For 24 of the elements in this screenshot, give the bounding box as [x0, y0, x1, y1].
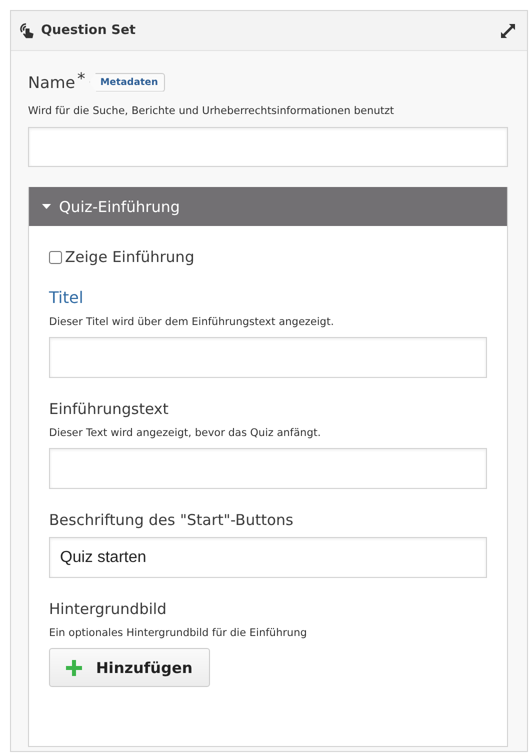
field-label: Name	[28, 72, 76, 92]
field-description: Wird für die Suche, Berichte und Urheberrechtsinformationen benutzt	[28, 105, 396, 117]
required-mark: *	[77, 69, 86, 88]
checkbox-label: Zeige Einführung	[65, 248, 194, 266]
expand-icon[interactable]	[499, 22, 517, 40]
text-input[interactable]	[49, 337, 487, 378]
panel-title: Question Set	[41, 23, 137, 38]
plus-icon	[66, 660, 82, 676]
text-input[interactable]	[49, 448, 487, 489]
caret-icon	[42, 204, 51, 210]
add-button[interactable]: Hinzufügen	[49, 648, 210, 687]
metadata-tag[interactable]: Metadaten	[89, 72, 166, 92]
text-input[interactable]: Quiz starten	[49, 537, 487, 578]
field-description: Ein optionales Hintergrundbild für die Einführung	[49, 627, 308, 639]
field-label: Titel	[49, 288, 84, 307]
pointer-hand-icon	[19, 22, 35, 39]
checkbox[interactable]	[49, 250, 62, 264]
field-description: Dieser Text wird angezeigt, bevor das Quiz anfängt.	[49, 427, 322, 439]
name-input[interactable]	[28, 127, 508, 167]
field-label: Einführungstext	[49, 400, 170, 418]
section-header[interactable]: Quiz-Einführung	[29, 187, 507, 226]
field-label: Hintergrundbild	[49, 600, 168, 618]
field-description: Dieser Titel wird über dem Einführungstext angezeigt.	[49, 316, 335, 328]
field-label: Beschriftung des "Start"-Buttons	[49, 511, 294, 529]
